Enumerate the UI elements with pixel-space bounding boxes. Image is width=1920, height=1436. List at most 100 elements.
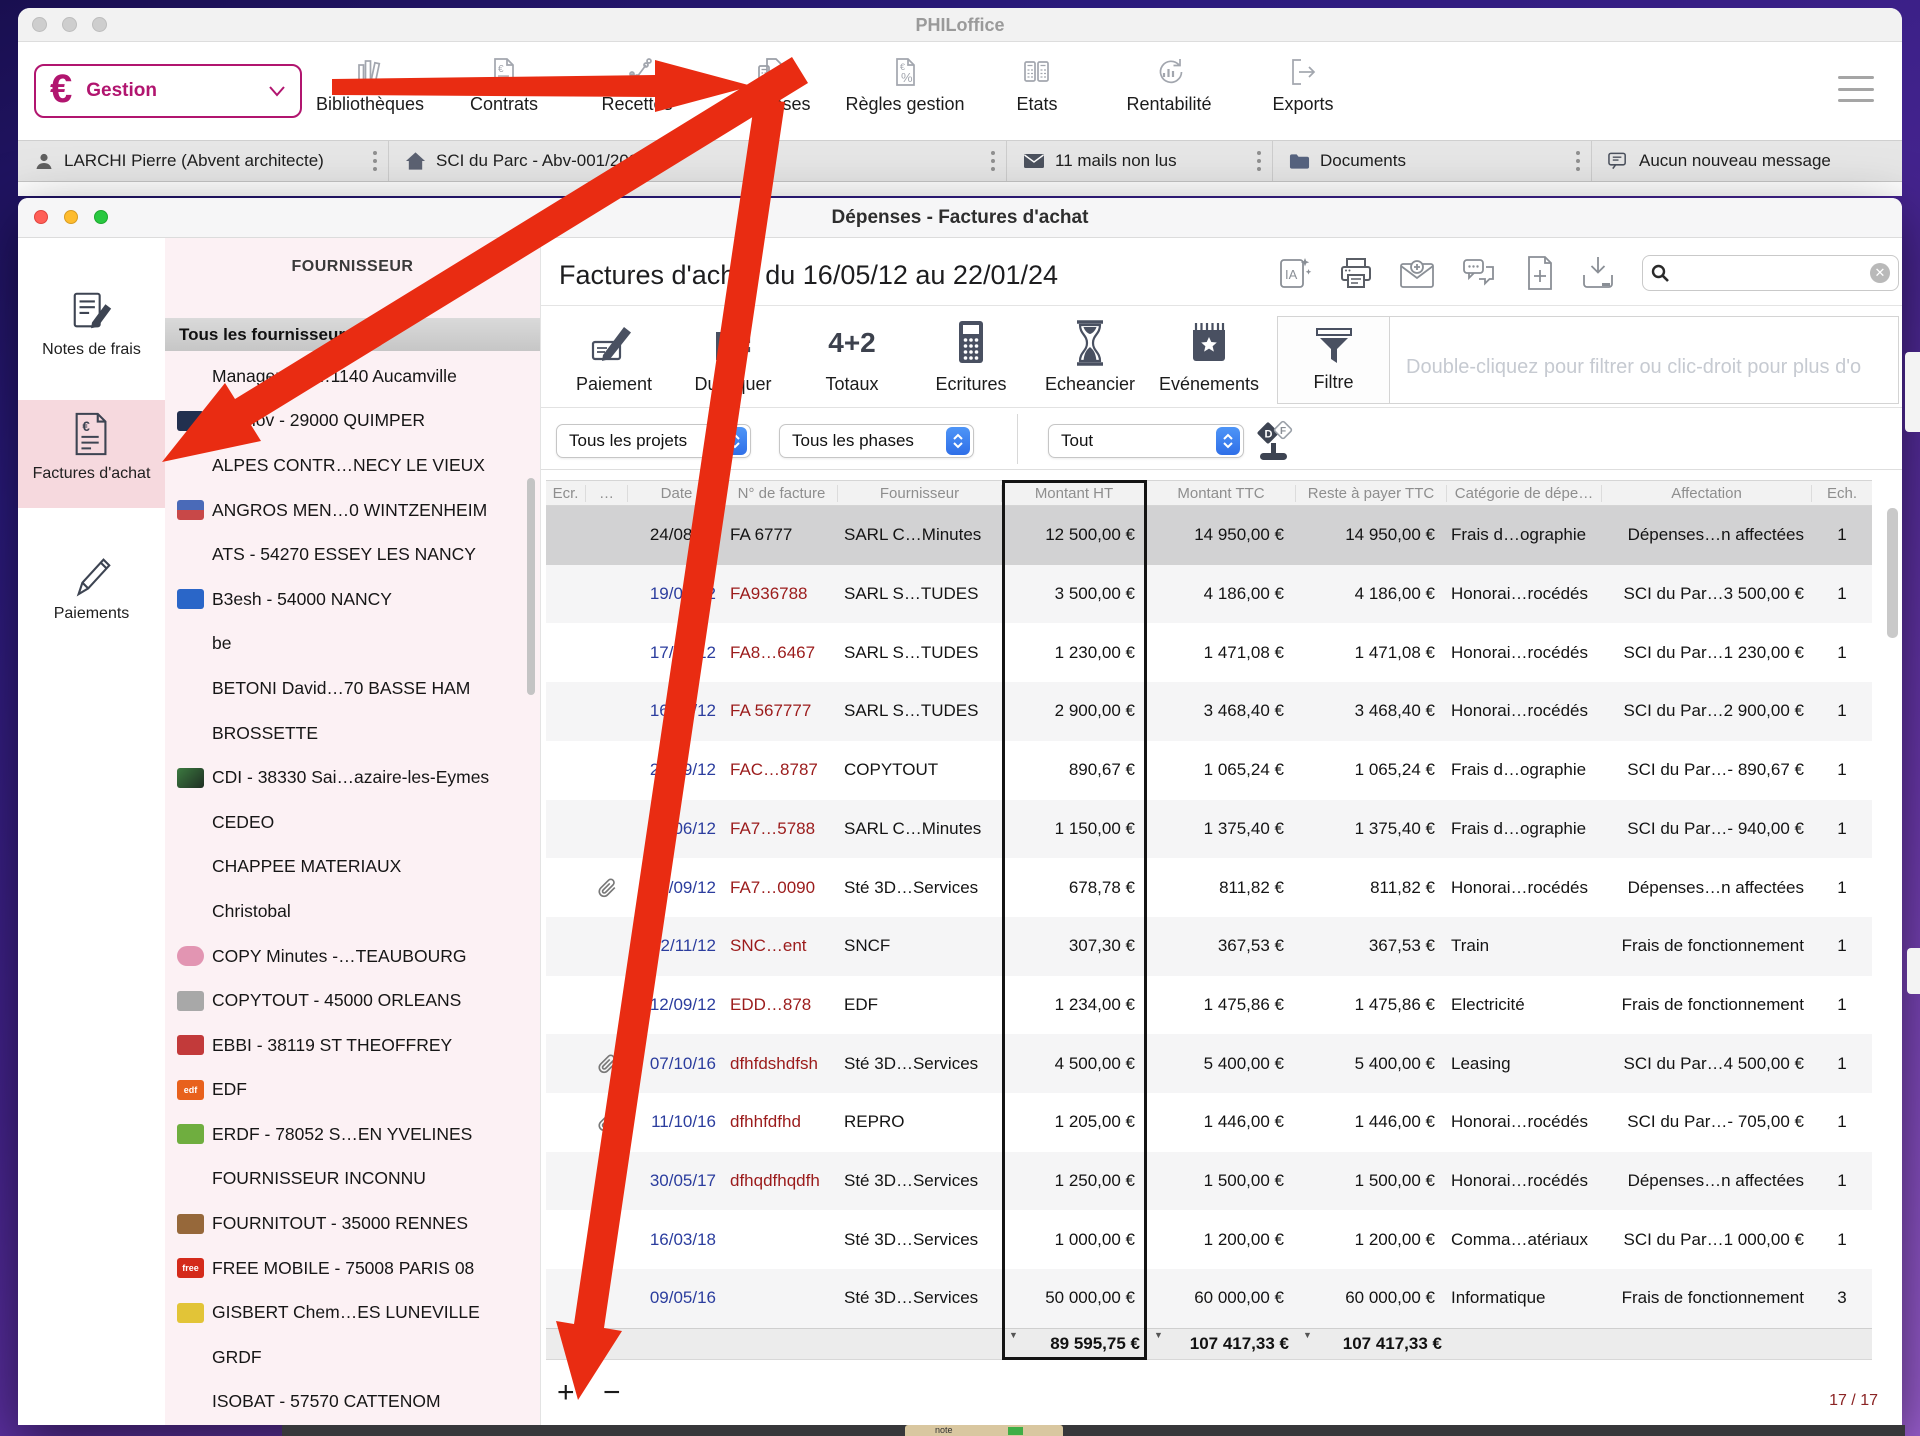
supplier-item[interactable]: FOURNISSEUR INCONNU (165, 1157, 540, 1202)
supplier-item[interactable]: GISBERT Chem…ES LUNEVILLE (165, 1290, 540, 1335)
table-row[interactable]: 12/09/12FA7…0090Sté 3D…Services678,78 €8… (546, 858, 1872, 917)
projects-select[interactable]: Tous les projets (556, 424, 751, 458)
column-header[interactable]: Reste à payer TTC (1296, 485, 1447, 502)
ai-assistant-button[interactable]: IA (1273, 252, 1317, 294)
print-button[interactable] (1334, 252, 1378, 294)
supplier-item[interactable]: BETONI David…70 BASSE HAM (165, 666, 540, 711)
evenements-button[interactable]: Evénements (1153, 318, 1265, 400)
filtre-button[interactable]: Filtre (1278, 317, 1390, 403)
supplier-item[interactable]: COPY Minutes -…TEAUBOURG (165, 934, 540, 979)
supplier-item[interactable]: ALPES CONTR…NECY LE VIEUX (165, 443, 540, 488)
table-row[interactable]: 12/09/12EDD…878EDF1 234,00 €1 475,86 €1 … (546, 976, 1872, 1035)
supplier-item[interactable]: Acianov - 29000 QUIMPER (165, 399, 540, 444)
fountain-pen-icon (69, 552, 115, 598)
search-input[interactable] (1675, 263, 1864, 283)
hamburger-menu-icon[interactable] (1838, 76, 1874, 102)
table-row[interactable]: 16/03/18Sté 3D…Services1 000,00 €1 200,0… (546, 1210, 1872, 1269)
scope-select[interactable]: Tout (1048, 424, 1244, 458)
mail-search-button[interactable] (1395, 252, 1439, 294)
column-header[interactable]: Montant TTC (1147, 485, 1296, 502)
dupliquer-button[interactable]: Dupliquer (677, 318, 789, 400)
status-messages[interactable]: Aucun nouveau message (1592, 141, 1902, 181)
action-toolbar: Paiement Dupliquer 4+2 Totaux Ecritures … (541, 306, 1902, 408)
column-header[interactable]: Montant HT (1002, 485, 1147, 502)
new-document-button[interactable] (1518, 252, 1562, 294)
supplier-item[interactable]: CEDEO (165, 800, 540, 845)
supplier-item[interactable]: B3esh - 54000 NANCY (165, 577, 540, 622)
gestion-menu-button[interactable]: € Gestion (34, 64, 302, 118)
remove-row-button[interactable]: − (603, 1378, 621, 1408)
supplier-item[interactable]: Manager Ser…1140 Aucamville (165, 354, 540, 399)
table-row[interactable]: 02/11/12SNC…entSNCF307,30 €367,53 €367,5… (546, 917, 1872, 976)
menu-item-etats[interactable]: Etats (962, 56, 1112, 115)
rail-item-paiements[interactable]: Paiements (18, 542, 165, 646)
supplier-item[interactable]: ATS - 54270 ESSEY LES NANCY (165, 532, 540, 577)
table-row[interactable]: 04/06/12FA7…5788SARL C…Minutes1 150,00 €… (546, 800, 1872, 859)
phases-select[interactable]: Tous les phases (779, 424, 974, 458)
supplier-item[interactable]: Christobal (165, 889, 540, 934)
vertical-dots-icon[interactable] (372, 150, 378, 172)
menu-item-contrats[interactable]: € Contrats (429, 56, 579, 115)
supplier-item[interactable]: GRDF (165, 1335, 540, 1380)
vertical-dots-icon[interactable] (1256, 150, 1262, 172)
add-row-button[interactable]: + (557, 1378, 575, 1408)
supplier-item-all[interactable]: Tous les fournisseurs (165, 318, 540, 351)
table-scrollbar[interactable] (1887, 508, 1898, 638)
table-row[interactable]: 24/08/12FA 6777SARL C…Minutes12 500,00 €… (546, 506, 1872, 565)
table-row[interactable]: 20/09/12FAC…8787COPYTOUT890,67 €1 065,24… (546, 741, 1872, 800)
supplier-item[interactable]: ERDF - 78052 S…EN YVELINES (165, 1112, 540, 1157)
supplier-item[interactable]: freeFREE MOBILE - 75008 PARIS 08 (165, 1246, 540, 1291)
ecritures-button[interactable]: Ecritures (915, 318, 1027, 400)
supplier-item[interactable]: ANGROS MEN…0 WINTZENHEIM (165, 488, 540, 533)
hourglass-icon (1067, 319, 1113, 367)
comments-button[interactable] (1457, 252, 1501, 294)
supplier-item[interactable]: edfEDF (165, 1068, 540, 1113)
supplier-item[interactable]: be (165, 622, 540, 667)
rail-item-factures-achat[interactable]: € Factures d'achat (18, 400, 165, 508)
column-header[interactable]: … (586, 485, 628, 502)
table-row[interactable]: 30/05/17dfhqdfhqdfhSté 3D…Services1 250,… (546, 1152, 1872, 1211)
rail-item-notes-de-frais[interactable]: Notes de frais (18, 278, 165, 388)
column-header[interactable]: N° de facture (726, 485, 838, 502)
vertical-dots-icon[interactable] (1575, 150, 1581, 172)
table-row[interactable]: 11/10/16dfhhfdfhdREPRO1 205,00 €1 446,00… (546, 1093, 1872, 1152)
vertical-dots-icon[interactable] (990, 150, 996, 172)
df-signpost-button[interactable]: DF (1252, 416, 1298, 469)
paiement-button[interactable]: Paiement (558, 318, 670, 400)
clear-search-icon[interactable]: ✕ (1870, 263, 1890, 283)
menu-item-exports[interactable]: Exports (1228, 56, 1378, 115)
column-header[interactable]: Fournisseur (838, 485, 1002, 502)
column-header[interactable]: Affectation (1602, 485, 1812, 502)
status-project[interactable]: SCI du Parc - Abv-001/2022 (389, 141, 1007, 181)
echeancier-button[interactable]: Echeancier (1034, 318, 1146, 400)
status-documents[interactable]: Documents (1273, 141, 1592, 181)
import-button[interactable] (1576, 252, 1620, 294)
column-header[interactable]: Ecr. (546, 485, 586, 502)
totaux-button[interactable]: 4+2 Totaux (796, 318, 908, 400)
table-row[interactable]: 07/10/16dfhfdshdfshSté 3D…Services4 500,… (546, 1034, 1872, 1093)
filter-input[interactable] (1390, 317, 1898, 403)
table-row[interactable]: 19/09/12FA936788SARL S…TUDES3 500,00 €4 … (546, 565, 1872, 624)
column-header[interactable]: Catégorie de dépe… (1447, 485, 1602, 502)
table-row[interactable]: 17/07/12FA8…6467SARL S…TUDES1 230,00 €1 … (546, 623, 1872, 682)
table-row[interactable]: 16/05/12FA 567777SARL S…TUDES2 900,00 €3… (546, 682, 1872, 741)
column-header[interactable]: Ech. (1812, 485, 1872, 502)
status-user[interactable]: LARCHI Pierre (Abvent architecte) (18, 141, 389, 181)
menu-item-recettes[interactable]: Recettes (562, 56, 712, 115)
status-mails[interactable]: 11 mails non lus (1007, 141, 1273, 181)
menu-item-rentabilite[interactable]: Rentabilité (1094, 56, 1244, 115)
supplier-item[interactable]: EBBI - 38119 ST THEOFFREY (165, 1023, 540, 1068)
menu-item-bibliotheques[interactable]: Bibliothèques (295, 56, 445, 115)
supplier-scrollbar[interactable] (527, 478, 535, 695)
supplier-item[interactable]: CHAPPEE MATERIAUX (165, 845, 540, 890)
supplier-item[interactable]: CDI - 38330 Sai…azaire-les-Eymes (165, 755, 540, 800)
supplier-item[interactable]: BROSSETTE (165, 711, 540, 756)
supplier-item[interactable]: FOURNITOUT - 35000 RENNES (165, 1201, 540, 1246)
menu-item-depenses[interactable]: € Dépenses (695, 56, 845, 115)
supplier-item[interactable]: COPYTOUT - 45000 ORLEANS (165, 978, 540, 1023)
column-header[interactable]: Date (628, 485, 726, 502)
duplicate-icon (711, 320, 755, 366)
table-row[interactable]: 09/05/16Sté 3D…Services50 000,00 €60 000… (546, 1269, 1872, 1328)
menu-item-regles-gestion[interactable]: €% Règles gestion (830, 56, 980, 115)
supplier-item[interactable]: ISOBAT - 57570 CATTENOM (165, 1380, 540, 1425)
